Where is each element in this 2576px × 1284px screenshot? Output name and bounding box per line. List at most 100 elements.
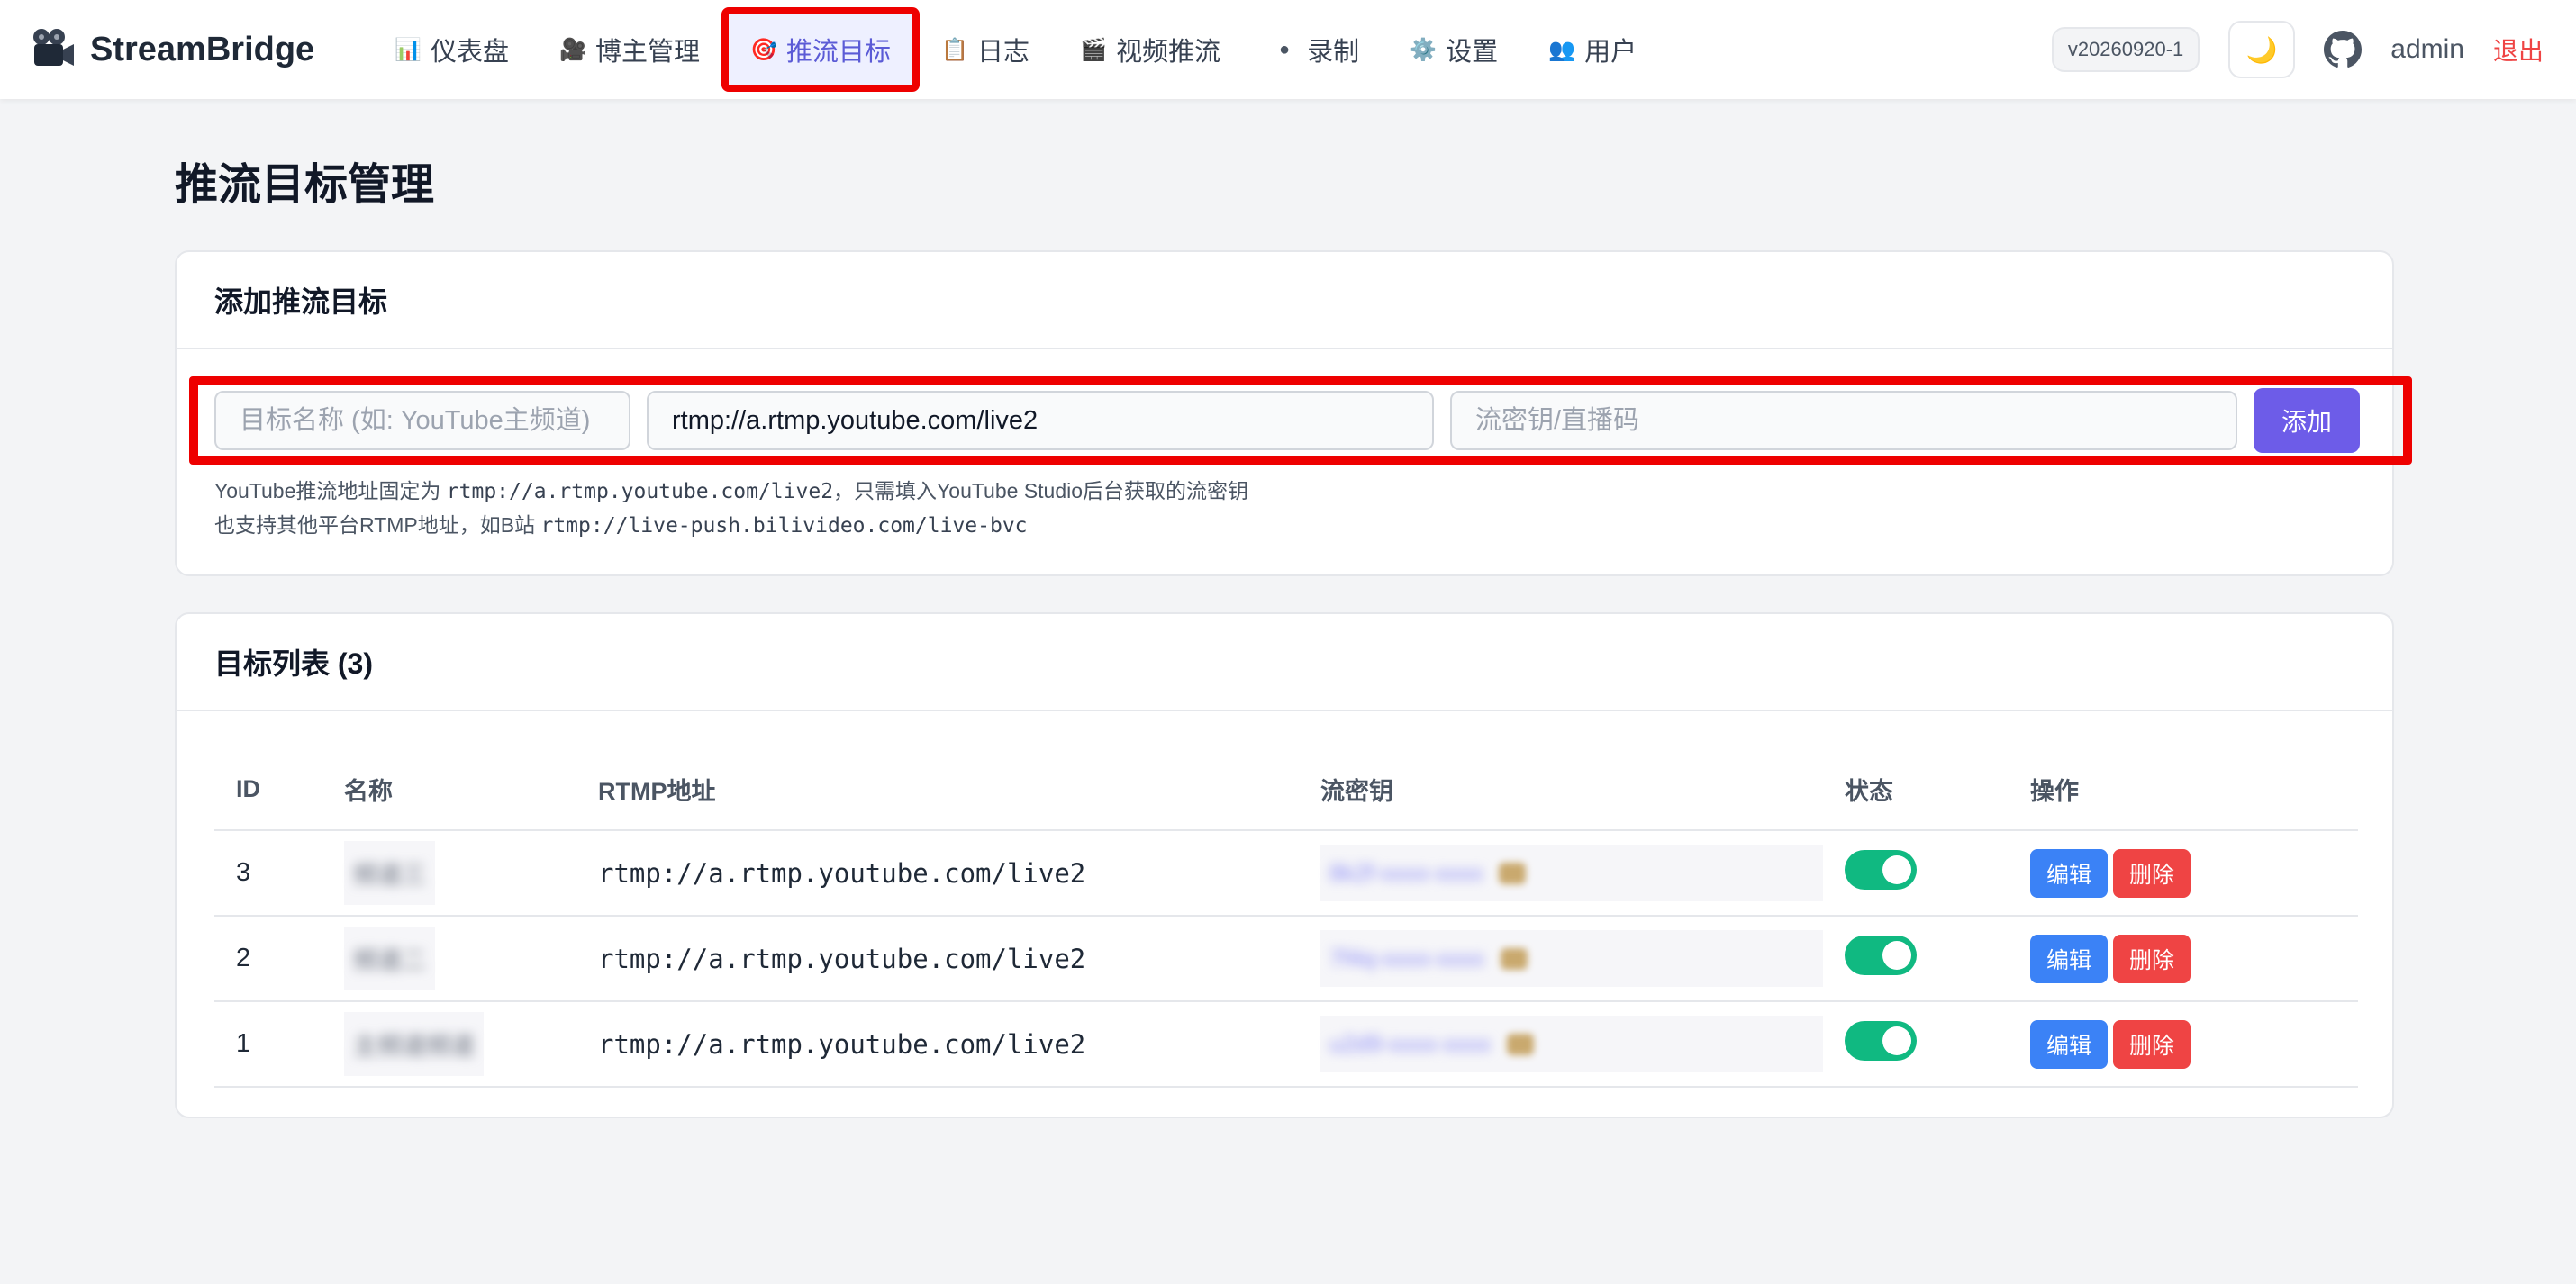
nav-item-settings[interactable]: ⚙️ 设置 xyxy=(1384,11,1523,88)
card-title: 添加推流目标 xyxy=(177,252,2392,349)
column-header-status: 状态 xyxy=(1823,749,2009,831)
nav-label: 博主管理 xyxy=(595,38,701,67)
cell-name: 频道二 xyxy=(322,916,576,1002)
clapper-icon: 🎬 xyxy=(1080,37,1107,62)
hint-text: ，只需填入YouTube Studio后台获取的流密钥 xyxy=(833,479,1249,502)
nav-item-logs[interactable]: 📋 日志 xyxy=(916,11,1055,88)
eye-icon[interactable] xyxy=(1500,947,1528,970)
version-badge: v20260920-1 xyxy=(2051,27,2200,72)
card-title: 目标列表 (3) xyxy=(177,614,2392,711)
nav-item-users[interactable]: 👥 用户 xyxy=(1523,11,1662,88)
moon-icon: 🌙 xyxy=(2245,35,2278,64)
column-header-actions: 操作 xyxy=(2009,749,2358,831)
cell-url: rtmp://a.rtmp.youtube.com/live2 xyxy=(576,830,1299,917)
table-row: 3 频道三 rtmp://a.rtmp.youtube.com/live2 8k… xyxy=(214,830,2358,917)
status-toggle[interactable] xyxy=(1845,1020,1917,1061)
stream-key-input[interactable] xyxy=(1450,391,2237,450)
cell-key: u2d9-xxxx-xxxx xyxy=(1299,1001,1823,1088)
blur-mask: 7f4q-xxxx-xxxx xyxy=(1320,930,1823,987)
theme-toggle-button[interactable]: 🌙 xyxy=(2228,21,2296,78)
add-target-button[interactable]: 添加 xyxy=(2254,388,2360,453)
delete-button[interactable]: 删除 xyxy=(2113,1019,2191,1069)
brand-name: StreamBridge xyxy=(90,30,315,68)
cell-id: 1 xyxy=(214,1001,322,1088)
targets-table: ID 名称 RTMP地址 流密钥 状态 操作 3 频道三 rtmp://a.rt… xyxy=(214,749,2358,1088)
nav-item-push-targets[interactable]: 🎯 推流目标 xyxy=(721,7,921,92)
cell-key: 7f4q-xxxx-xxxx xyxy=(1299,916,1823,1002)
cell-id: 2 xyxy=(214,916,322,1002)
edit-button[interactable]: 编辑 xyxy=(2030,848,2109,898)
status-toggle[interactable] xyxy=(1845,849,1917,890)
gear-icon: ⚙️ xyxy=(1410,37,1438,62)
clipboard-icon: 📋 xyxy=(941,37,968,62)
nav-label: 仪表盘 xyxy=(431,38,510,67)
movie-camera-icon: 🎥 xyxy=(559,37,586,62)
add-target-form: 添加 xyxy=(214,387,2374,454)
nav-label: 设置 xyxy=(1446,38,1499,67)
username: admin xyxy=(2390,34,2464,64)
users-icon: 👥 xyxy=(1548,37,1576,62)
cell-actions: 编辑 删除 xyxy=(2009,830,2358,917)
nav-item-dashboard[interactable]: 📊 仪表盘 xyxy=(369,11,534,88)
page-title: 推流目标管理 xyxy=(175,161,435,209)
cell-id: 3 xyxy=(214,830,322,917)
target-name: 频道二 xyxy=(353,947,426,974)
logout-link[interactable]: 退出 xyxy=(2493,32,2544,68)
status-toggle[interactable] xyxy=(1845,935,1917,975)
hint-text: YouTube推流地址固定为 xyxy=(214,479,447,502)
eye-icon[interactable] xyxy=(1499,862,1527,884)
nav-label: 用户 xyxy=(1584,38,1637,67)
record-dot-icon: ● xyxy=(1279,39,1291,59)
cell-name: 频道三 xyxy=(322,830,576,917)
cell-url: rtmp://a.rtmp.youtube.com/live2 xyxy=(576,1001,1299,1088)
camera-icon xyxy=(33,29,74,66)
column-header-name: 名称 xyxy=(322,749,576,831)
blur-mask: 频道二 xyxy=(344,927,435,990)
nav-label: 视频推流 xyxy=(1116,38,1221,67)
rtmp-url-input[interactable] xyxy=(647,391,1434,450)
cell-key: 8k2f-xxxx-xxxx xyxy=(1299,830,1823,917)
nav-item-streamers[interactable]: 🎥 博主管理 xyxy=(534,11,725,88)
cell-name: 主频道频道 xyxy=(322,1001,576,1088)
stream-key: 8k2f-xxxx-xxxx xyxy=(1329,859,1483,886)
hint-code: rtmp://live-push.bilivideo.com/live-bvc xyxy=(540,514,1028,538)
cell-actions: 编辑 删除 xyxy=(2009,916,2358,1002)
column-header-id: ID xyxy=(214,749,322,831)
nav-item-video-push[interactable]: 🎬 视频推流 xyxy=(1055,11,1246,88)
bar-chart-icon: 📊 xyxy=(395,37,422,62)
nav-label: 录制 xyxy=(1307,38,1360,67)
eye-icon[interactable] xyxy=(1507,1033,1535,1055)
target-list-card: 目标列表 (3) ID 名称 RTMP地址 流密钥 状态 操作 3 频道三 rt… xyxy=(175,612,2394,1118)
cell-status xyxy=(1823,916,2009,1002)
target-name-input[interactable] xyxy=(214,391,630,450)
cell-url: rtmp://a.rtmp.youtube.com/live2 xyxy=(576,916,1299,1002)
column-header-url: RTMP地址 xyxy=(576,749,1299,831)
column-header-key: 流密钥 xyxy=(1299,749,1823,831)
blur-mask: 主频道频道 xyxy=(344,1012,484,1076)
nav-label: 日志 xyxy=(977,38,1030,67)
navbar-right: v20260920-1 🌙 admin 退出 xyxy=(2051,20,2544,79)
table-row: 1 主频道频道 rtmp://a.rtmp.youtube.com/live2 … xyxy=(214,1001,2358,1088)
target-name: 频道三 xyxy=(353,862,426,889)
delete-button[interactable]: 删除 xyxy=(2113,934,2191,983)
youtube-hint: YouTube推流地址固定为 rtmp://a.rtmp.youtube.com… xyxy=(214,474,1248,504)
target-name: 主频道频道 xyxy=(353,1033,475,1060)
stream-key: u2d9-xxxx-xxxx xyxy=(1329,1030,1492,1057)
nav-item-recording[interactable]: ● 录制 xyxy=(1246,11,1384,88)
table-row: 2 频道二 rtmp://a.rtmp.youtube.com/live2 7f… xyxy=(214,916,2358,1002)
cell-status xyxy=(1823,830,2009,917)
target-icon: 🎯 xyxy=(750,37,777,62)
edit-button[interactable]: 编辑 xyxy=(2030,934,2109,983)
blur-mask: u2d9-xxxx-xxxx xyxy=(1320,1016,1823,1072)
brand[interactable]: StreamBridge xyxy=(27,22,314,77)
cell-status xyxy=(1823,1001,2009,1088)
stream-key: 7f4q-xxxx-xxxx xyxy=(1329,945,1484,972)
hint-text: 也支持其他平台RTMP地址，如B站 xyxy=(214,513,541,537)
delete-button[interactable]: 删除 xyxy=(2113,848,2191,898)
edit-button[interactable]: 编辑 xyxy=(2030,1019,2109,1069)
nav-label: 推流目标 xyxy=(786,38,892,67)
other-platform-hint: 也支持其他平台RTMP地址，如B站 rtmp://live-push.biliv… xyxy=(214,508,1028,538)
cell-actions: 编辑 删除 xyxy=(2009,1001,2358,1088)
github-icon[interactable] xyxy=(2324,31,2363,68)
hint-code: rtmp://a.rtmp.youtube.com/live2 xyxy=(446,480,834,503)
